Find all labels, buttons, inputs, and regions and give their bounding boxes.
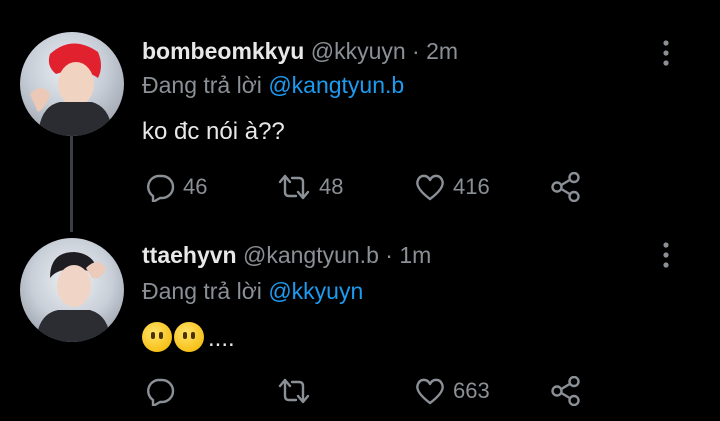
tweet[interactable]: ttaehyvn @kangtyun.b · 1m Đang trả lời @… xyxy=(0,226,720,421)
retweet-button[interactable]: 48 xyxy=(276,172,343,202)
avatar[interactable] xyxy=(20,238,124,342)
face-without-mouth-icon xyxy=(174,322,204,352)
share-button[interactable] xyxy=(550,376,582,406)
reply-icon xyxy=(147,378,175,406)
reply-icon xyxy=(147,174,175,202)
like-count: 416 xyxy=(453,174,490,199)
like-button[interactable]: 663 xyxy=(414,376,490,406)
like-icon xyxy=(416,378,444,405)
like-button[interactable]: 416 xyxy=(414,172,490,202)
username[interactable]: @kkyuyn xyxy=(311,38,406,64)
reply-count: 46 xyxy=(183,174,208,199)
retweet-icon xyxy=(278,174,310,200)
retweet-count: 48 xyxy=(319,174,344,199)
retweet-icon xyxy=(278,378,310,404)
share-icon xyxy=(551,172,580,202)
tweet-text-suffix: .... xyxy=(208,325,235,352)
separator: · xyxy=(385,242,393,268)
tweet[interactable]: bombeomkkyu @kkyuyn · 2m Đang trả lời @k… xyxy=(0,0,720,232)
thread-line xyxy=(70,136,73,232)
reply-prefix: Đang trả lời xyxy=(142,278,262,304)
share-button[interactable] xyxy=(550,172,582,202)
avatar[interactable] xyxy=(20,32,124,136)
reply-context: Đang trả lời @kkyuyn xyxy=(142,278,363,305)
timestamp[interactable]: 2m xyxy=(426,38,458,64)
reply-mention[interactable]: @kkyuyn xyxy=(268,278,363,304)
display-name[interactable]: ttaehyvn xyxy=(142,242,237,268)
tweet-header: bombeomkkyu @kkyuyn · 2m xyxy=(142,38,458,65)
like-count: 663 xyxy=(453,378,490,403)
reply-button[interactable] xyxy=(144,376,176,406)
reply-mention[interactable]: @kangtyun.b xyxy=(268,72,404,98)
tweet-text: ko đc nói à?? xyxy=(142,118,285,145)
tweet-header: ttaehyvn @kangtyun.b · 1m xyxy=(142,242,431,269)
reply-button[interactable]: 46 xyxy=(144,172,207,202)
face-without-mouth-icon xyxy=(142,322,172,352)
share-icon xyxy=(551,376,580,406)
display-name[interactable]: bombeomkkyu xyxy=(142,38,304,64)
reply-prefix: Đang trả lời xyxy=(142,72,262,98)
retweet-button[interactable] xyxy=(276,376,312,406)
separator: · xyxy=(412,38,420,64)
more-vertical-icon[interactable] xyxy=(659,38,673,68)
reply-context: Đang trả lời @kangtyun.b xyxy=(142,72,404,99)
username[interactable]: @kangtyun.b xyxy=(243,242,379,268)
avatar-image xyxy=(30,43,112,136)
tweet-text: .... xyxy=(142,322,235,353)
more-vertical-icon[interactable] xyxy=(659,240,673,270)
like-icon xyxy=(416,174,444,201)
timestamp[interactable]: 1m xyxy=(399,242,431,268)
avatar-image xyxy=(36,252,110,342)
